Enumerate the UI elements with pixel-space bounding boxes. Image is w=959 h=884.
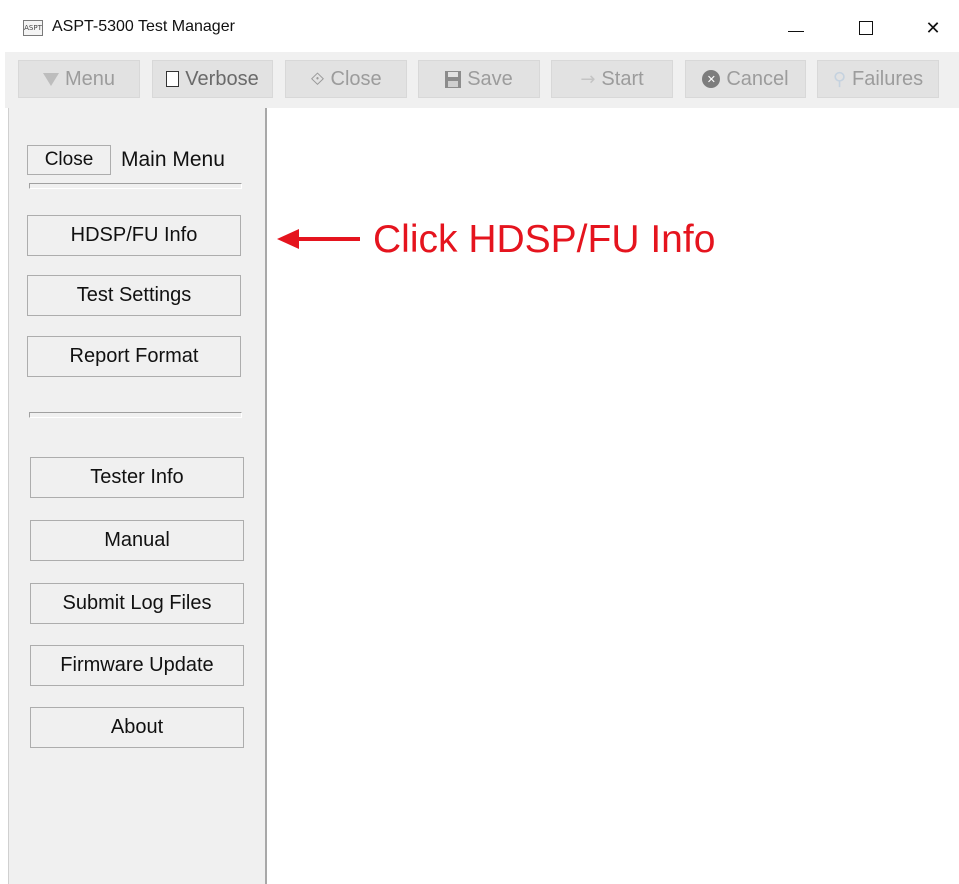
floppy-disk-icon: [445, 70, 462, 88]
menu-button[interactable]: Menu: [18, 60, 140, 98]
sidebar-close-button[interactable]: Close: [27, 145, 111, 175]
divider: [29, 183, 242, 189]
save-button[interactable]: Save: [418, 60, 540, 98]
firmware-update-button[interactable]: Firmware Update: [30, 645, 244, 686]
submit-log-files-button[interactable]: Submit Log Files: [30, 583, 244, 624]
report-format-button[interactable]: Report Format: [27, 336, 241, 377]
start-button-label: Start: [601, 67, 644, 90]
checkbox-icon: [166, 71, 180, 87]
start-button[interactable]: → Start: [551, 60, 673, 98]
instruction-annotation: Click HDSP/FU Info: [277, 218, 837, 262]
menu-button-label: Menu: [64, 67, 116, 90]
arrow-right-icon: →: [580, 68, 596, 90]
title-bar: ASPT ASPT-5300 Test Manager ✕: [0, 0, 959, 52]
toolbar-close-button[interactable]: ⟐ Close: [285, 60, 407, 98]
eraser-icon: ⟐: [310, 68, 325, 90]
annotation-text: Click HDSP/FU Info: [373, 218, 716, 261]
close-icon: ✕: [925, 17, 941, 39]
tester-info-button[interactable]: Tester Info: [30, 457, 244, 498]
maximize-button[interactable]: [843, 10, 889, 46]
menu-triangle-icon: [42, 72, 59, 86]
window-title: ASPT-5300 Test Manager: [52, 18, 235, 35]
magnifier-icon: ⚲: [832, 68, 847, 90]
app-icon: ASPT: [23, 20, 43, 36]
failures-button[interactable]: ⚲ Failures: [817, 60, 939, 98]
manual-button[interactable]: Manual: [30, 520, 244, 561]
about-button[interactable]: About: [30, 707, 244, 748]
cancel-icon: ✕: [702, 70, 721, 88]
cancel-button-label: Cancel: [726, 67, 789, 90]
sidebar-main-menu: Close Main Menu HDSP/FU Info Test Settin…: [8, 108, 267, 884]
cancel-button[interactable]: ✕ Cancel: [685, 60, 806, 98]
toolbar-close-label: Close: [330, 67, 382, 90]
divider: [29, 412, 242, 418]
verbose-toggle[interactable]: Verbose: [152, 60, 273, 98]
hdsp-fu-info-button[interactable]: HDSP/FU Info: [27, 215, 241, 256]
toolbar: Menu Verbose ⟐ Close Save → Start ✕ Canc…: [5, 52, 959, 108]
save-button-label: Save: [467, 67, 513, 90]
red-arrow-shaft: [293, 237, 360, 241]
failures-button-label: Failures: [852, 67, 924, 90]
verbose-toggle-label: Verbose: [185, 67, 259, 90]
minimize-icon: [788, 30, 804, 32]
maximize-icon: [859, 21, 873, 35]
sidebar-title: Main Menu: [121, 148, 225, 171]
minimize-button[interactable]: [773, 10, 819, 46]
window-close-button[interactable]: ✕: [910, 10, 956, 46]
test-settings-button[interactable]: Test Settings: [27, 275, 241, 316]
app-window: ASPT ASPT-5300 Test Manager ✕ Menu Verbo…: [0, 0, 959, 884]
